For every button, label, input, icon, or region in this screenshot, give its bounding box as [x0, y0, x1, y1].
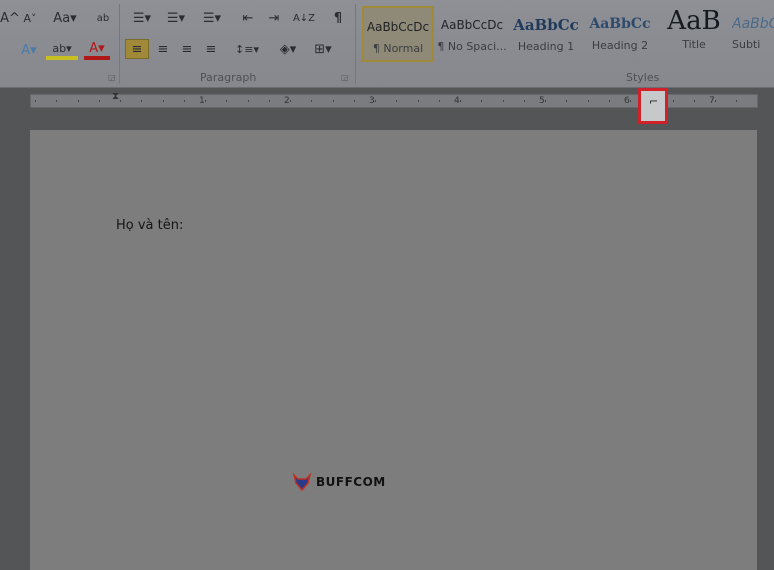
multilevel-list-button[interactable]: ☰▾ [198, 8, 226, 28]
style-preview: AaB [667, 6, 721, 36]
ruler-number: 7 [709, 96, 715, 106]
ruler-tick [56, 100, 58, 102]
ruler-tick [396, 100, 398, 102]
ruler-tick [311, 100, 313, 102]
style-no-spacing[interactable]: AaBbCcDc ¶ No Spaci... [436, 6, 508, 62]
highlight-button[interactable]: ab▾ [46, 40, 78, 60]
paragraph-group-label: Paragraph [200, 71, 257, 84]
show-hide-button[interactable]: ¶ [328, 8, 348, 28]
center-button[interactable]: ≡ [152, 39, 174, 59]
text-effects-button[interactable]: A▾ [16, 40, 42, 60]
ruler-number: 2 [284, 96, 290, 106]
increase-indent-button[interactable]: ⇥ [264, 8, 284, 28]
style-name: ¶ No Spaci... [437, 40, 507, 53]
shrink-font-button[interactable]: A˅ [20, 8, 40, 28]
tab-selector-highlight[interactable]: ⌐ [638, 88, 668, 124]
ruler-tick [268, 100, 270, 102]
style-normal[interactable]: AaBbCcDc ¶ Normal [362, 6, 434, 62]
ruler-tick [205, 100, 206, 102]
ruler-number: 6 [624, 96, 630, 106]
grow-font-button[interactable]: A^ [0, 8, 20, 28]
ruler-tick [226, 100, 228, 102]
style-preview: AaBbCc [513, 16, 579, 34]
style-heading-2[interactable]: AaBbCc Heading 2 [584, 6, 656, 62]
style-subtitle[interactable]: AaBbC Subti [732, 6, 774, 62]
ruler-tick [183, 100, 185, 102]
tab-stop-icon: ⌐ [649, 95, 659, 108]
ruler-tick [353, 100, 355, 102]
paragraph-dialog-launcher[interactable]: ◲ [341, 73, 349, 82]
justify-button[interactable]: ≡ [200, 39, 222, 59]
ruler-tick [417, 100, 419, 102]
document-page[interactable]: Họ và tên: [30, 130, 757, 570]
style-name: ¶ Normal [372, 42, 424, 55]
ruler-tick [35, 100, 36, 102]
style-title[interactable]: AaB Title [658, 6, 730, 62]
ruler-tick [141, 100, 143, 102]
ruler-tick [247, 100, 249, 102]
style-name: Heading 1 [517, 40, 575, 53]
ruler-number: 5 [539, 96, 545, 106]
ruler-number: 4 [454, 96, 460, 106]
ruler-tick [120, 100, 121, 102]
document-text: Họ và tên: [116, 218, 184, 233]
style-preview: AaBbC [732, 16, 774, 32]
sort-button[interactable]: A↓Z [292, 8, 316, 28]
ruler-tick [290, 100, 291, 102]
ruler-number: 1 [199, 96, 205, 106]
borders-button[interactable]: ⊞▾ [308, 39, 338, 59]
ruler-tick [98, 100, 100, 102]
ruler-tick [162, 100, 164, 102]
ruler-tick [332, 100, 334, 102]
style-name: Subti [732, 38, 761, 51]
ruler-tick [587, 100, 589, 102]
ruler-tick [375, 100, 376, 102]
styles-group-label: Styles [626, 71, 660, 84]
align-left-button[interactable]: ≡ [125, 39, 149, 59]
ruler-tick [672, 100, 674, 102]
bull-icon [292, 472, 312, 492]
shading-button[interactable]: ◈▾ [274, 39, 302, 59]
style-preview: AaBbCc [589, 16, 651, 32]
ruler-tick [736, 100, 738, 102]
style-name: Heading 2 [591, 39, 649, 52]
ruler-tick [481, 100, 483, 102]
ruler-tick [608, 100, 610, 102]
ruler-tick [566, 100, 568, 102]
numbering-button[interactable]: ☰▾ [162, 8, 190, 28]
watermark-text: BUFFCOM [316, 475, 386, 489]
ruler-tick [77, 100, 79, 102]
indent-marker[interactable]: ⧗ [112, 91, 119, 102]
font-dialog-launcher[interactable]: ◲ [108, 73, 116, 82]
watermark-logo: BUFFCOM [292, 472, 386, 492]
style-preview: AaBbCcDc [440, 18, 504, 32]
separator [355, 4, 356, 84]
ruler-tick [502, 100, 504, 102]
decrease-indent-button[interactable]: ⇤ [238, 8, 258, 28]
style-name: Title [682, 38, 706, 51]
style-preview: AaBbCcDc [366, 20, 430, 34]
ruler-tick [460, 100, 461, 102]
bullets-button[interactable]: ☰▾ [128, 8, 156, 28]
clear-formatting-button[interactable]: ab [92, 8, 114, 28]
ruler-tick [523, 100, 525, 102]
ruler-tick [693, 100, 695, 102]
ruler-tick [438, 100, 440, 102]
font-color-button[interactable]: A▾ [84, 40, 110, 60]
align-right-button[interactable]: ≡ [176, 39, 198, 59]
ruler-tick [545, 100, 546, 102]
separator [119, 4, 120, 84]
change-case-button[interactable]: Aa▾ [50, 8, 80, 28]
ruler-tick [715, 100, 716, 102]
ruler-tick [630, 100, 631, 102]
line-spacing-button[interactable]: ↕≡▾ [232, 39, 262, 59]
ribbon: A^ A˅ Aa▾ ab A▾ ab▾ A▾ ◲ ☰▾ ☰▾ ☰▾ ⇤ ⇥ A↓… [0, 0, 774, 88]
ruler-number: 3 [369, 96, 375, 106]
style-heading-1[interactable]: AaBbCc Heading 1 [510, 6, 582, 62]
